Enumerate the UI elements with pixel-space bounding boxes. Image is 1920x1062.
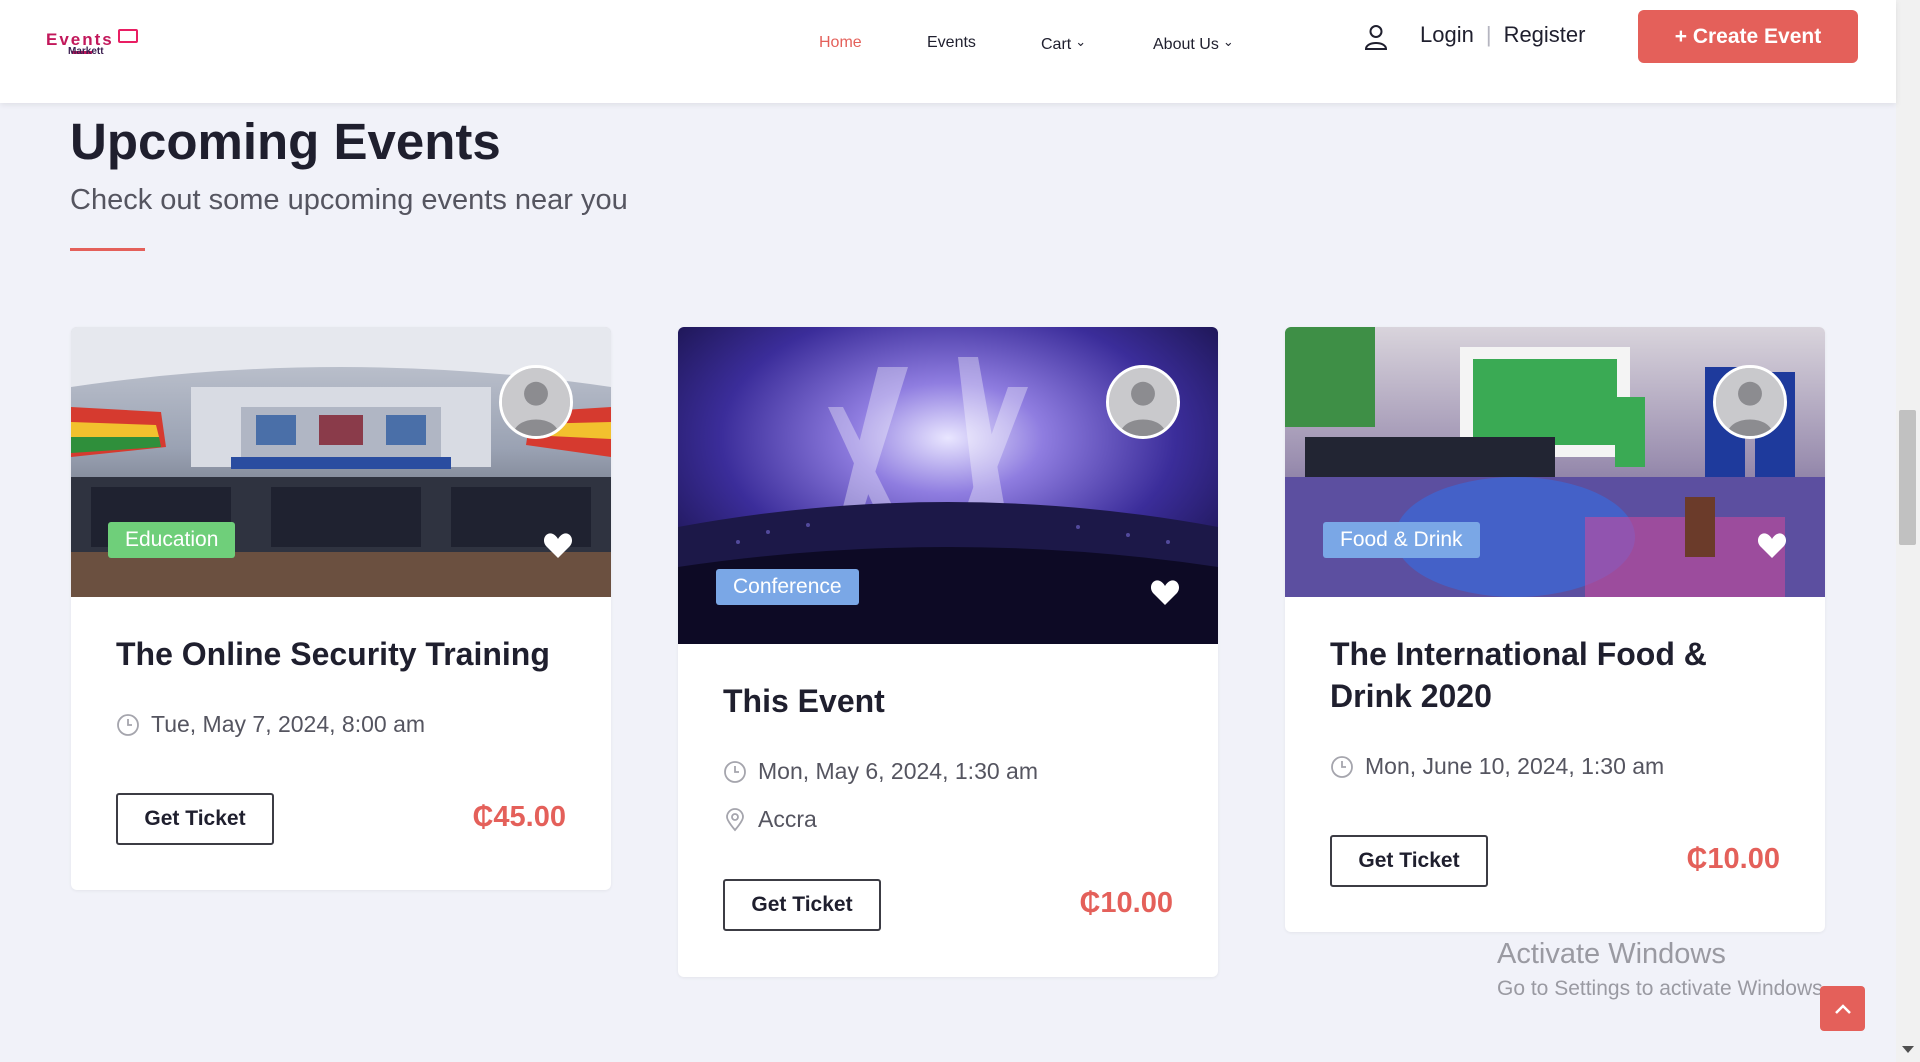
logo-text-markett: Markett	[68, 46, 104, 57]
nav-home[interactable]: Home	[819, 34, 862, 52]
get-ticket-button[interactable]: Get Ticket	[1330, 835, 1488, 887]
watermark-line-2: Go to Settings to activate Windows.	[1497, 977, 1829, 1000]
scroll-down-arrow-icon[interactable]	[1902, 1046, 1914, 1053]
chevron-down-icon: ⌄	[1222, 34, 1234, 49]
event-card[interactable]: Food & Drink The International Food & Dr…	[1285, 327, 1825, 932]
event-title[interactable]: The Online Security Training	[116, 633, 576, 675]
register-link[interactable]: Register	[1504, 22, 1586, 47]
event-price: ₵10.00	[1686, 843, 1780, 875]
avatar-placeholder-icon	[1716, 368, 1784, 436]
category-badge[interactable]: Conference	[716, 569, 859, 605]
watermark-line-1: Activate Windows	[1497, 938, 1726, 970]
event-card[interactable]: Education The Online Security Training T…	[71, 327, 611, 890]
auth-links: Login | Register	[1420, 22, 1585, 48]
event-date: Mon, May 6, 2024, 1:30 am	[723, 758, 1038, 785]
event-date: Mon, June 10, 2024, 1:30 am	[1330, 753, 1664, 780]
auth-separator: |	[1485, 22, 1492, 47]
category-badge[interactable]: Food & Drink	[1323, 522, 1480, 558]
section-divider	[70, 248, 145, 251]
login-link[interactable]: Login	[1420, 22, 1474, 47]
event-card[interactable]: Conference This Event Mon, May 6, 2024, …	[678, 327, 1218, 977]
category-badge[interactable]: Education	[108, 522, 236, 558]
clock-icon	[724, 760, 746, 783]
avatar-placeholder-icon	[1109, 368, 1177, 436]
nav-about-us[interactable]: About Us ⌄	[1153, 34, 1234, 54]
event-title[interactable]: The International Food & Drink 2020	[1330, 633, 1790, 717]
event-price: ₵10.00	[1079, 887, 1173, 919]
event-price: ₵45.00	[472, 801, 566, 833]
get-ticket-button[interactable]: Get Ticket	[116, 793, 274, 845]
scroll-to-top-button[interactable]	[1820, 986, 1865, 1031]
user-icon[interactable]	[1364, 24, 1388, 50]
heart-icon[interactable]	[1757, 531, 1787, 559]
create-event-button[interactable]: + Create Event	[1638, 10, 1858, 63]
event-image[interactable]: Food & Drink	[1285, 327, 1825, 597]
chevron-down-icon: ⌄	[1075, 34, 1087, 49]
scrollbar-thumb[interactable]	[1899, 410, 1916, 545]
chevron-up-icon	[1834, 1003, 1851, 1014]
clock-icon	[1331, 755, 1353, 778]
section-subtitle: Check out some upcoming events near you	[70, 184, 628, 216]
windows-activation-watermark: Activate Windows Go to Settings to activ…	[1497, 938, 1829, 1001]
event-date: Tue, May 7, 2024, 8:00 am	[116, 711, 425, 738]
organizer-avatar[interactable]	[1713, 365, 1787, 439]
nav-about-label: About Us	[1153, 36, 1219, 53]
event-date-text: Tue, May 7, 2024, 8:00 am	[151, 711, 426, 737]
get-ticket-button[interactable]: Get Ticket	[723, 879, 881, 931]
event-image[interactable]: Conference	[678, 327, 1218, 644]
map-pin-icon	[726, 807, 744, 831]
site-header: Events Markett Home Events Cart ⌄ About U…	[0, 0, 1896, 103]
event-title[interactable]: This Event	[723, 680, 1183, 722]
site-logo[interactable]: Events Markett	[46, 28, 146, 62]
nav-events[interactable]: Events	[927, 34, 976, 52]
nav-cart-label: Cart	[1041, 36, 1072, 53]
organizer-avatar[interactable]	[499, 365, 573, 439]
organizer-avatar[interactable]	[1106, 365, 1180, 439]
heart-icon[interactable]	[1150, 578, 1180, 606]
nav-cart[interactable]: Cart ⌄	[1041, 34, 1086, 54]
event-location-text: Accra	[758, 806, 817, 832]
cart-logo-icon	[118, 29, 138, 43]
section-title: Upcoming Events	[70, 113, 501, 170]
heart-icon[interactable]	[543, 531, 573, 559]
event-image[interactable]: Education	[71, 327, 611, 597]
event-date-text: Mon, May 6, 2024, 1:30 am	[758, 758, 1038, 784]
avatar-placeholder-icon	[502, 368, 570, 436]
event-location: Accra	[723, 806, 817, 833]
event-date-text: Mon, June 10, 2024, 1:30 am	[1365, 753, 1665, 779]
clock-icon	[117, 713, 139, 736]
